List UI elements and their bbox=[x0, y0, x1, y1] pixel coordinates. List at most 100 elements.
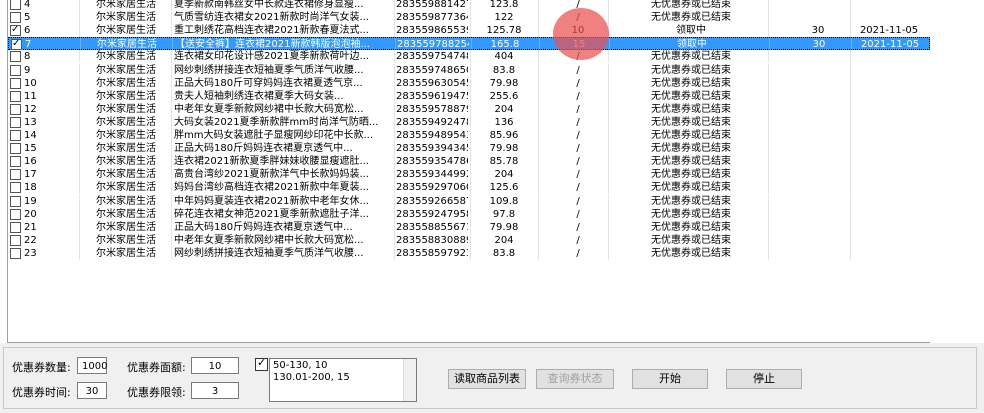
row-checkbox[interactable] bbox=[10, 51, 21, 63]
coupon-time-input[interactable]: 30 bbox=[77, 382, 107, 399]
column-divider bbox=[471, 38, 472, 52]
cell-price: 79.98 bbox=[489, 77, 519, 89]
table-row[interactable]: 15 尔米家居生活 正品大码180斤妈妈连衣裙夏京透气中... 28355939434… bbox=[8, 142, 930, 156]
row-checkbox[interactable] bbox=[10, 234, 21, 246]
column-divider bbox=[768, 220, 769, 234]
row-checkbox[interactable] bbox=[10, 0, 21, 10]
table-row[interactable]: 4 尔米家居生活 夏季新款南韩丝女中长款连衣裙修身显瘦... 283559881427… bbox=[8, 0, 930, 11]
table-row[interactable]: 23 尔米家居生活 网纱刺绣拼接连衣短袖夏季气质洋气收腰... 28355859792… bbox=[8, 246, 930, 260]
row-checkbox[interactable] bbox=[10, 182, 21, 194]
coupon-amount-input[interactable]: 10 bbox=[191, 357, 239, 374]
cell-shop: 尔米家居生活 bbox=[96, 234, 156, 246]
column-divider bbox=[79, 0, 80, 11]
product-list[interactable]: 4 尔米家居生活 夏季新款南韩丝女中长款连衣裙修身显瘦... 283559881427… bbox=[7, 0, 931, 343]
column-divider bbox=[538, 24, 539, 38]
row-checkbox[interactable] bbox=[10, 23, 21, 37]
cell-sku: 283559578879 bbox=[396, 103, 468, 115]
table-row[interactable]: 22 尔米家居生活 中老年女夏季新款网纱裙中长款大码宽松... 28355883088… bbox=[8, 233, 930, 247]
table-row[interactable]: 19 尔米家居生活 中年妈妈夏装连衣裙2021新款中老年女休... 283559266… bbox=[8, 194, 930, 208]
table-row[interactable]: 16 尔米家居生活 连衣裙2021新款夏季胖妹妹收腰显瘦遮肚... 283559354… bbox=[8, 155, 930, 169]
cell-limit bbox=[788, 0, 848, 11]
cell-sku: 283558855671 bbox=[396, 221, 468, 233]
column-divider bbox=[608, 89, 609, 103]
table-row[interactable]: 18 尔米家居生活 妈妈台湾纱高档连衣裙2021新款中年夏装... 283559297… bbox=[8, 181, 930, 195]
column-divider bbox=[768, 155, 769, 169]
cell-title: 正品大码180斤妈妈连衣裙夏京透气中... bbox=[174, 143, 353, 155]
coupon-count-input[interactable]: 1000 bbox=[77, 357, 107, 374]
cell-status: 无优惠券或已结束 bbox=[651, 12, 731, 24]
cell-limit bbox=[788, 155, 848, 168]
column-divider bbox=[608, 207, 609, 221]
cell-title: 大码女装2021夏季新款胖mm时尚洋气防晒... bbox=[174, 116, 379, 128]
stop-button[interactable]: 停止 bbox=[726, 369, 802, 389]
rules-line-2: 130.01-200, 15 bbox=[273, 372, 350, 383]
rules-checkbox[interactable] bbox=[255, 356, 268, 371]
cell-limit bbox=[788, 168, 848, 181]
table-row[interactable]: 11 尔米家居生活 贵夫人短袖刺绣连衣裙夏季大码女装... 283559619475 2… bbox=[8, 89, 930, 103]
row-checkbox[interactable] bbox=[10, 169, 21, 181]
column-divider bbox=[394, 181, 395, 195]
cell-id: 5 bbox=[24, 12, 31, 24]
table-row[interactable]: 13 尔米家居生活 大码女装2021夏季新款胖mm时尚洋气防晒... 28355949… bbox=[8, 115, 930, 129]
column-divider bbox=[171, 50, 172, 64]
row-checkbox[interactable] bbox=[10, 64, 21, 76]
cell-sku: 283559881427 bbox=[396, 0, 468, 10]
table-row[interactable]: 6 尔米家居生活 重工刺绣花高档连衣裙2021新款春夏法式... 2835598655… bbox=[8, 23, 930, 38]
cell-id: 18 bbox=[24, 182, 37, 194]
query-status-button[interactable]: 查询券状态 bbox=[536, 369, 614, 389]
table-row[interactable]: 12 尔米家居生活 中老年女夏季新款网纱裙中长款大码宽松... 28355957887… bbox=[8, 102, 930, 116]
table-row[interactable]: 21 尔米家居生活 正品大码180斤妈妈连衣裙夏京透气中... 28355885567… bbox=[8, 220, 930, 234]
column-divider bbox=[79, 24, 80, 38]
table-row[interactable]: 14 尔米家居生活 胖mm大码女装遮肚子显瘦网纱印花中长款... 2835594895… bbox=[8, 129, 930, 142]
read-list-button[interactable]: 读取商品列表 bbox=[448, 369, 526, 389]
row-checkbox[interactable] bbox=[11, 37, 22, 51]
cell-limit bbox=[788, 11, 848, 24]
column-divider bbox=[850, 76, 851, 90]
column-divider bbox=[171, 24, 172, 38]
cell-date bbox=[854, 181, 924, 194]
row-checkbox[interactable] bbox=[10, 156, 21, 168]
column-divider bbox=[768, 76, 769, 90]
column-divider bbox=[394, 207, 395, 221]
cell-title: 妈妈台湾纱高档连衣裙2021新款中年夏装... bbox=[174, 182, 369, 194]
start-button[interactable]: 开始 bbox=[632, 369, 708, 389]
column-divider bbox=[608, 155, 609, 169]
row-checkbox[interactable] bbox=[10, 77, 21, 89]
cell-title: 连衣裙女印花设计感2021夏季新款荷叶边... bbox=[174, 51, 369, 63]
column-divider bbox=[171, 115, 172, 129]
row-checkbox[interactable] bbox=[10, 143, 21, 155]
rules-textarea[interactable]: 50-130, 10 130.01-200, 15 bbox=[269, 358, 417, 402]
column-divider bbox=[850, 63, 851, 77]
table-row[interactable]: 7 尔米家居生活 【送安全裤】连衣裙2021新款韩版泡泡袖... 2835597882… bbox=[8, 37, 930, 52]
table-row[interactable]: 9 尔米家居生活 网纱刺绣拼接连衣短袖夏季气质洋气收腰... 283559748650… bbox=[8, 63, 930, 77]
cell-date bbox=[854, 208, 924, 221]
table-row[interactable]: 5 尔米家居生活 气质雪纺连衣裙女2021新款时尚洋气女装... 2835598773… bbox=[8, 11, 930, 25]
cell-date bbox=[854, 195, 924, 208]
row-checkbox[interactable] bbox=[10, 247, 21, 259]
column-divider bbox=[79, 102, 80, 116]
row-checkbox[interactable] bbox=[10, 116, 21, 128]
cell-shop: 尔米家居生活 bbox=[96, 247, 156, 259]
column-divider bbox=[608, 168, 609, 182]
cell-price: 404 bbox=[494, 51, 514, 63]
cell-price: 85.78 bbox=[489, 156, 519, 168]
table-row[interactable]: 20 尔米家居生活 碎花连衣裙女神范2021夏季新款遮肚子洋... 283559247… bbox=[8, 207, 930, 221]
row-checkbox[interactable] bbox=[10, 195, 21, 207]
row-checkbox[interactable] bbox=[10, 90, 21, 102]
row-checkbox[interactable] bbox=[10, 130, 21, 141]
row-checkbox[interactable] bbox=[10, 221, 21, 233]
column-divider bbox=[171, 89, 172, 103]
row-checkbox[interactable] bbox=[10, 12, 21, 24]
row-checkbox[interactable] bbox=[10, 208, 21, 220]
table-row[interactable]: 10 尔米家居生活 正品大码180斤可穿妈妈连衣裙夏透气京... 2835596305… bbox=[8, 76, 930, 90]
rules-scrollbar[interactable] bbox=[403, 359, 416, 401]
cell-shop: 尔米家居生活 bbox=[96, 195, 156, 207]
row-checkbox[interactable] bbox=[10, 103, 21, 115]
cell-limit bbox=[788, 103, 848, 116]
cell-sku: 283559748650 bbox=[396, 64, 468, 76]
cell-coupon: / bbox=[576, 195, 580, 207]
cell-date bbox=[854, 90, 924, 103]
coupon-limit-input[interactable]: 3 bbox=[191, 382, 239, 399]
table-row[interactable]: 8 尔米家居生活 连衣裙女印花设计感2021夏季新款荷叶边... 2835597547… bbox=[8, 50, 930, 64]
table-row[interactable]: 17 尔米家居生活 高贵台湾纱2021夏新款洋气中长款妈妈装... 283559344… bbox=[8, 168, 930, 182]
